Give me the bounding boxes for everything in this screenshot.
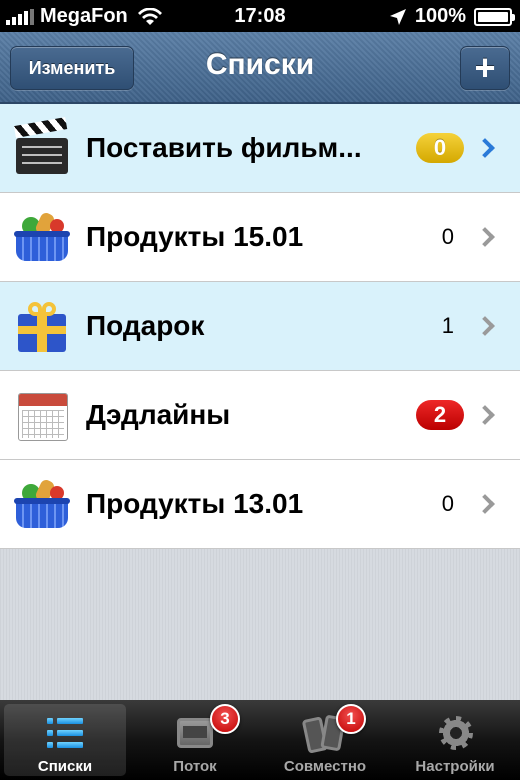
list-item[interactable]: Поставить фильм... 0	[0, 104, 520, 193]
page-title: Списки	[205, 48, 315, 81]
clapperboard-icon	[13, 117, 70, 176]
list-item-label: Продукты 15.01	[86, 221, 304, 252]
tab-bar: Списки 3 Поток 1 Совместно Настройки	[0, 700, 520, 780]
tab-shared[interactable]: 1 Совместно	[260, 700, 390, 780]
item-count: 1	[441, 313, 454, 338]
gift-icon	[14, 298, 70, 354]
calendar-icon	[14, 387, 70, 443]
tab-label: Настройки	[415, 758, 495, 775]
tab-lists[interactable]: Списки	[4, 704, 126, 776]
chevron-right-icon	[475, 494, 495, 514]
list-item[interactable]: Дэдлайны 2	[0, 371, 520, 460]
tab-label: Совместно	[283, 758, 367, 775]
tab-settings[interactable]: Настройки	[390, 700, 520, 780]
location-arrow-icon	[389, 8, 406, 25]
list-item-label: Подарок	[86, 310, 205, 341]
list-item[interactable]: Подарок 1	[0, 282, 520, 371]
battery-icon	[474, 7, 515, 26]
tab-label: Поток	[173, 758, 217, 775]
basket-icon	[14, 209, 70, 265]
tab-stream[interactable]: 3 Поток	[130, 700, 260, 780]
chevron-right-icon	[475, 227, 495, 247]
chevron-right-icon	[475, 316, 495, 336]
battery-percent: 100%	[414, 5, 466, 27]
count-badge: 2	[416, 400, 464, 430]
inbox-icon	[175, 714, 215, 754]
navigation-bar: Изменить Списки +	[0, 32, 520, 104]
count-badge: 0	[416, 133, 464, 163]
chevron-right-icon	[475, 138, 495, 158]
list-icon	[45, 714, 85, 754]
chevron-right-icon	[475, 405, 495, 425]
item-count: 0	[441, 491, 454, 516]
list-item-label: Продукты 13.01	[86, 488, 304, 519]
content-area: Поставить фильм... 0 Продукты 15.01 0 По…	[0, 104, 520, 700]
list-item-label: Дэдлайны	[86, 399, 231, 430]
notification-badge: 3	[210, 704, 240, 734]
gear-icon	[435, 714, 475, 754]
list-item[interactable]: Продукты 15.01 0	[0, 193, 520, 282]
lists-table: Поставить фильм... 0 Продукты 15.01 0 По…	[0, 104, 520, 549]
list-item-label: Поставить фильм...	[86, 132, 362, 163]
notification-badge: 1	[336, 704, 366, 734]
status-bar: MegaFon 17:08 100%	[0, 0, 520, 32]
add-list-button[interactable]: +	[460, 46, 510, 90]
item-count: 0	[441, 224, 454, 249]
tab-label: Списки	[37, 758, 93, 775]
list-item[interactable]: Продукты 13.01 0	[0, 460, 520, 549]
basket-icon	[14, 476, 70, 532]
